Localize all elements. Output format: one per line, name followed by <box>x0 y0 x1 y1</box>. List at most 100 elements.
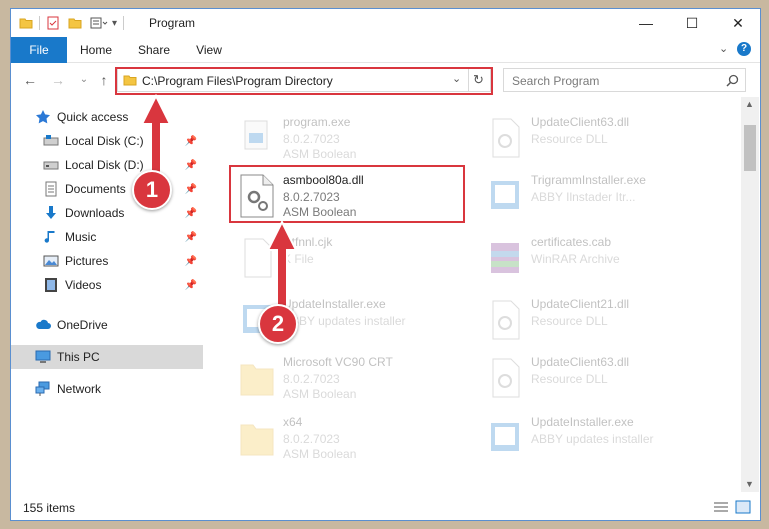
sidebar-item-network[interactable]: Network <box>11 377 203 401</box>
scroll-up-icon[interactable]: ▲ <box>745 99 754 109</box>
search-icon[interactable] <box>726 74 739 87</box>
pin-icon[interactable]: 📌 <box>185 280 197 291</box>
cloud-icon <box>36 319 51 329</box>
new-folder-icon[interactable] <box>68 16 82 30</box>
maximize-button[interactable]: ☐ <box>669 9 715 37</box>
pin-icon[interactable]: 📌 <box>185 136 197 147</box>
properties-icon[interactable] <box>46 16 60 30</box>
pin-icon[interactable]: 📌 <box>185 160 197 171</box>
drive-icon <box>43 135 59 146</box>
network-icon <box>35 381 50 396</box>
sidebar-item-label: Local Disk (C:) <box>65 134 144 148</box>
file-name: UpdateClient21.dll <box>531 297 630 311</box>
file-item[interactable]: UpdateInstaller.exe ABBY updates install… <box>479 409 709 467</box>
file-highlight-box <box>229 165 465 223</box>
pin-icon[interactable]: 📌 <box>185 232 197 243</box>
sidebar-item-label: Documents <box>65 182 126 196</box>
search-placeholder[interactable]: Search Program <box>512 74 599 88</box>
callout-2: 2 <box>258 304 298 344</box>
folder-icon <box>240 364 274 396</box>
scroll-down-icon[interactable]: ▼ <box>745 479 754 489</box>
window-title: Program <box>149 16 196 30</box>
quick-access-toolbar: ▾ <box>19 14 130 32</box>
file-type: Resource DLL <box>531 314 608 328</box>
file-name: certificates.cab <box>531 235 612 249</box>
toolbar-divider <box>123 16 125 30</box>
large-icons-view-icon[interactable] <box>735 500 751 514</box>
file-type: Resource DLL <box>531 132 608 146</box>
vertical-scrollbar[interactable]: ▲ ▼ <box>741 97 759 492</box>
recent-locations-icon[interactable]: ⌄ <box>75 71 93 89</box>
tab-file[interactable]: File <box>11 37 67 63</box>
file-type: WinRAR Archive <box>531 252 620 266</box>
status-bar: 155 items <box>11 492 760 520</box>
file-name: Microsoft VC90 CRT <box>283 355 393 369</box>
file-version: 8.0.2.7023 <box>283 432 340 446</box>
dll-icon <box>492 358 520 398</box>
sidebar-item-this-pc[interactable]: This PC <box>11 345 203 369</box>
details-view-icon[interactable] <box>713 500 729 514</box>
back-arrow-icon[interactable]: ← <box>21 71 39 89</box>
sidebar-item-music[interactable]: Music 📌 <box>11 225 203 249</box>
address-highlight-box <box>115 67 493 95</box>
tab-view[interactable]: View <box>185 37 233 63</box>
file-version: 8.0.2.7023 <box>283 372 340 386</box>
tab-share[interactable]: Share <box>129 37 179 63</box>
tab-home[interactable]: Home <box>71 37 121 63</box>
file-name: UpdateClient63.dll <box>531 115 630 129</box>
sidebar-item-videos[interactable]: Videos 📌 <box>11 273 203 297</box>
ribbon-tabs: File Home Share View ⌄ ? <box>11 37 760 63</box>
exe-icon <box>244 120 268 150</box>
file-name: UpdateInstaller.exe <box>531 415 634 429</box>
file-name: program.exe <box>283 115 351 129</box>
explorer-window: ▾ Program — ☐ ✕ File Home Share View ⌄ ?… <box>10 8 761 521</box>
pin-icon[interactable]: 📌 <box>185 208 197 219</box>
sidebar-item-downloads[interactable]: Downloads 📌 <box>11 201 203 225</box>
drive-icon <box>43 161 59 170</box>
sidebar-item-label: OneDrive <box>57 318 108 332</box>
help-icon[interactable]: ? <box>737 42 751 56</box>
file-description: ASM Boolean <box>283 447 357 461</box>
pin-icon[interactable]: 📌 <box>185 184 197 195</box>
search-box[interactable]: Search Program <box>503 68 746 92</box>
file-type: Resource DLL <box>531 372 608 386</box>
file-item[interactable]: UpdateClient63.dll Resource DLL <box>479 349 709 407</box>
archive-icon <box>491 243 519 273</box>
sidebar-item-label: Music <box>65 230 97 244</box>
file-item[interactable]: UpdateClient21.dll Resource DLL <box>479 291 709 349</box>
documents-icon <box>45 181 57 197</box>
forward-arrow-icon[interactable]: → <box>49 71 67 89</box>
folder-icon[interactable] <box>19 16 33 30</box>
file-description: ASM Boolean <box>283 147 357 161</box>
sidebar-item-pictures[interactable]: Pictures 📌 <box>11 249 203 273</box>
file-item[interactable]: UpdateClient63.dll Resource DLL <box>479 109 709 167</box>
scrollbar-thumb[interactable] <box>744 125 756 171</box>
file-item[interactable]: program.exe 8.0.2.7023 ASM Boolean <box>231 109 461 167</box>
file-type: ABBY Ilnstader Itr... <box>531 190 636 204</box>
sidebar-item-label: Network <box>57 382 102 396</box>
expand-ribbon-icon[interactable]: ⌄ <box>719 42 728 55</box>
up-arrow-icon[interactable]: ↑ <box>95 71 113 89</box>
file-name: UpdateClient63.dll <box>531 355 630 369</box>
sidebar-item-label: This PC <box>57 350 100 364</box>
file-item[interactable]: certificates.cab WinRAR Archive <box>479 229 709 287</box>
minimize-button[interactable]: — <box>623 9 669 37</box>
file-item[interactable]: Microsoft VC90 CRT 8.0.2.7023 ASM Boolea… <box>231 349 461 407</box>
item-count: 155 items <box>23 501 76 515</box>
music-icon <box>44 231 55 243</box>
sidebar-item-onedrive[interactable]: OneDrive <box>11 313 203 337</box>
dll-icon <box>492 118 520 158</box>
file-item[interactable]: x64 8.0.2.7023 ASM Boolean <box>231 409 461 467</box>
file-item[interactable]: TrigrammInstaller.exe ABBY Ilnstader Itr… <box>479 167 709 225</box>
customize-toolbar-icon[interactable]: ▾ <box>112 18 117 29</box>
view-options-icon[interactable] <box>90 16 108 30</box>
file-type: ABBY updates installer <box>531 432 654 446</box>
pictures-icon <box>43 255 59 267</box>
sidebar-item-label: Downloads <box>65 206 125 220</box>
close-button[interactable]: ✕ <box>715 9 760 37</box>
pin-icon[interactable]: 📌 <box>185 256 197 267</box>
installer-icon <box>491 423 519 451</box>
sidebar-item-label: Quick access <box>57 110 129 124</box>
file-name: x64 <box>283 415 303 429</box>
title-bar: ▾ Program — ☐ ✕ <box>11 9 760 37</box>
